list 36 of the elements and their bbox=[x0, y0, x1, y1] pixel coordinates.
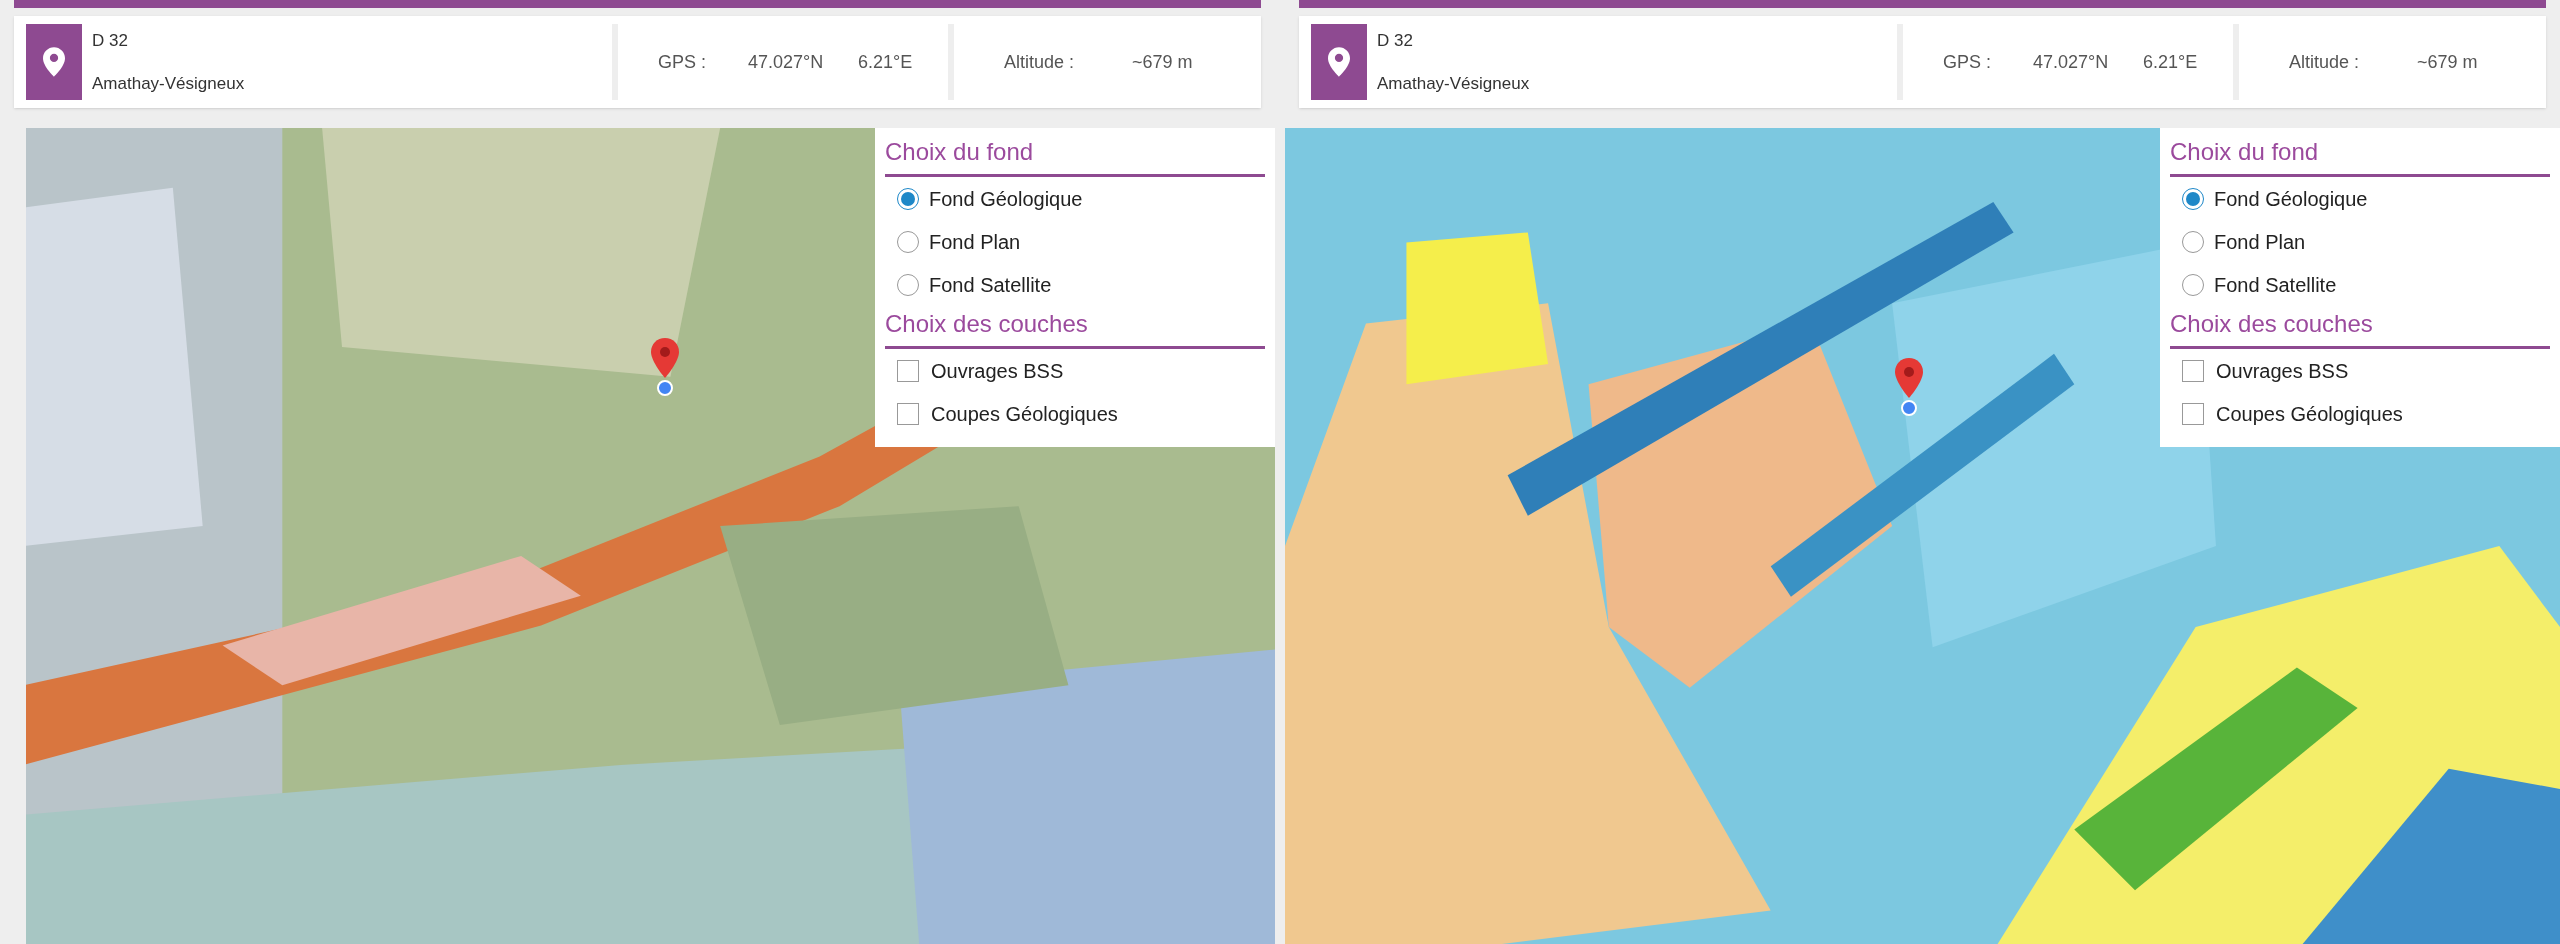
section-title: Choix des couches bbox=[2170, 306, 2550, 349]
place-name: Amathay-Vésigneux bbox=[92, 73, 246, 95]
gps-label: GPS : bbox=[1943, 50, 1992, 74]
checkbox[interactable] bbox=[897, 402, 919, 425]
location-icon bbox=[26, 24, 82, 100]
option-label: Fond Satellite bbox=[2214, 272, 2337, 298]
option-label: Ouvrages BSS bbox=[2216, 358, 2349, 384]
altitude-label: Altitude : bbox=[2289, 50, 2361, 74]
option-label: Coupes Géologiques bbox=[931, 401, 1118, 427]
road-name: D 32 bbox=[1377, 29, 1414, 52]
altitude-value: ~679 m bbox=[1132, 50, 1193, 74]
road-name: D 32 bbox=[92, 29, 129, 52]
checkbox[interactable] bbox=[2182, 359, 2204, 382]
option-label: Fond Satellite bbox=[929, 272, 1052, 298]
latitude-value: 47.027°N bbox=[2033, 50, 2110, 74]
option-label: Coupes Géologiques bbox=[2216, 401, 2403, 427]
option-label: Fond Géologique bbox=[2214, 186, 2368, 212]
checkbox[interactable] bbox=[897, 359, 919, 382]
longitude-value: 6.21°E bbox=[2143, 50, 2198, 74]
altitude-value: ~679 m bbox=[2417, 50, 2478, 74]
option-label: Fond Géologique bbox=[929, 186, 1083, 212]
checkbox[interactable] bbox=[2182, 402, 2204, 425]
map-marker-icon bbox=[651, 338, 679, 396]
longitude-value: 6.21°E bbox=[858, 50, 913, 74]
section-title: Choix des couches bbox=[885, 306, 1265, 349]
latitude-value: 47.027°N bbox=[748, 50, 825, 74]
altitude-label: Altitude : bbox=[1004, 50, 1076, 74]
map-marker-icon bbox=[1895, 358, 1923, 416]
section-title: Choix du fond bbox=[2170, 134, 2550, 177]
option-label: Ouvrages BSS bbox=[931, 358, 1064, 384]
section-title: Choix du fond bbox=[885, 134, 1265, 177]
gps-label: GPS : bbox=[658, 50, 707, 74]
location-icon bbox=[1311, 24, 1367, 100]
place-name: Amathay-Vésigneux bbox=[1377, 73, 1531, 95]
option-label: Fond Plan bbox=[929, 229, 1021, 255]
option-label: Fond Plan bbox=[2214, 229, 2306, 255]
